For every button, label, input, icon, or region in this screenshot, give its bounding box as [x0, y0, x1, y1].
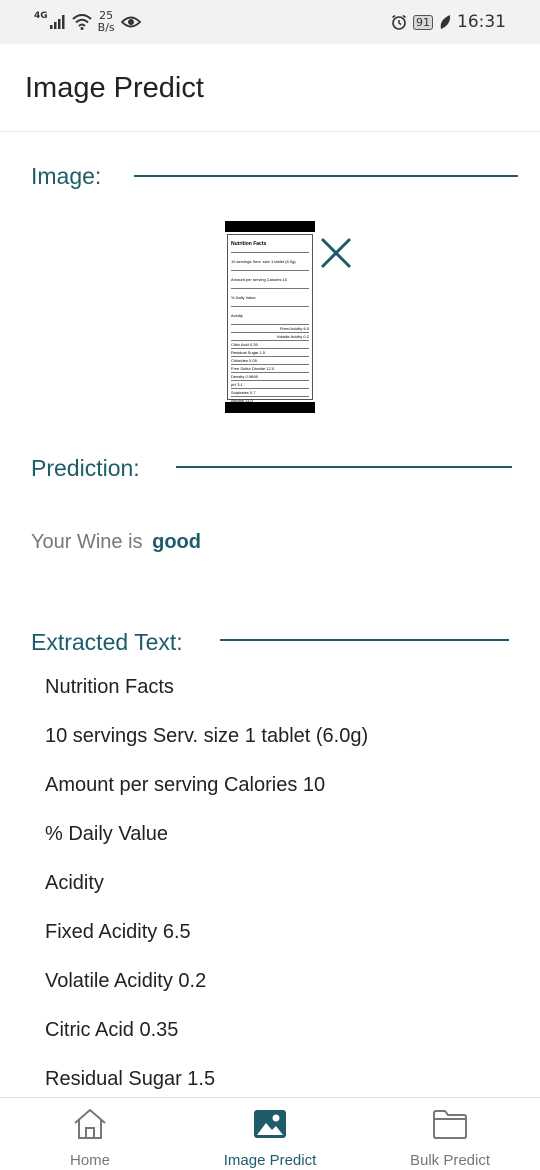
close-icon[interactable] — [319, 236, 353, 270]
receipt-line: Sulphates 0.7 — [231, 389, 309, 397]
receipt-paper: Nutrition Facts 10 servings Serv. size 1… — [227, 234, 313, 405]
wifi-icon — [71, 14, 92, 30]
receipt-line: Fixed Acidity 6.5 — [231, 325, 309, 333]
home-icon — [74, 1109, 106, 1139]
nav-label-home: Home — [69, 1152, 110, 1169]
prediction-section-divider — [176, 466, 512, 468]
network-type: 4G — [34, 11, 48, 21]
prediction-section-title: Prediction: — [31, 455, 140, 481]
image-section-title: Image: — [31, 163, 102, 189]
folder-icon — [433, 1110, 467, 1139]
receipt-line: Free Sulfur Dioxide 12.0 — [231, 365, 309, 373]
receipt-top-bar — [225, 221, 315, 232]
nav-item-bulk-predict[interactable]: Bulk Predict — [360, 1098, 540, 1170]
extracted-line: 10 servings Serv. size 1 tablet (6.0g) — [45, 725, 369, 747]
receipt-line: pH 3.1 — [231, 381, 309, 389]
receipt-bottom-bar — [225, 402, 315, 413]
extracted-text-list: Nutrition Facts 10 servings Serv. size 1… — [45, 672, 525, 1113]
extracted-line: Acidity — [45, 872, 104, 894]
nav-item-image-predict[interactable]: Image Predict — [180, 1098, 360, 1170]
app-bar: Image Predict — [0, 44, 540, 132]
nav-item-home[interactable]: Home — [0, 1098, 180, 1170]
extracted-line: Fixed Acidity 6.5 — [45, 921, 191, 943]
receipt-line: Volatile Acidity 0.2 — [231, 333, 309, 341]
receipt-line: Residual Sugar 1.5 — [231, 349, 309, 357]
signal-icon — [49, 15, 65, 29]
receipt-line: Nutrition Facts — [231, 237, 309, 253]
receipt-line: % Daily Value — [231, 289, 309, 307]
extracted-section-title: Extracted Text: — [31, 629, 183, 655]
uploaded-image: Nutrition Facts 10 servings Serv. size 1… — [225, 221, 315, 413]
receipt-line: Acidity — [231, 307, 309, 325]
alarm-icon — [392, 14, 406, 30]
bottom-navigation: Home Image Predict Bulk Predict — [0, 1097, 540, 1170]
extracted-line: Amount per serving Calories 10 — [45, 774, 326, 796]
nav-label-bulk-predict: Bulk Predict — [409, 1152, 491, 1169]
prediction-prefix: Your Wine is — [31, 531, 143, 553]
battery-indicator: 91 — [413, 14, 433, 30]
image-section-divider — [134, 175, 518, 177]
extracted-line: Volatile Acidity 0.2 — [45, 970, 207, 992]
receipt-line: Citric Acid 0.35 — [231, 341, 309, 349]
status-bar: 4G 25 B/s 91 16:31 — [0, 0, 540, 44]
receipt-line: Density 0.9898 — [231, 373, 309, 381]
network-speed: 25 B/s — [98, 10, 115, 34]
extracted-line: Citric Acid 0.35 — [45, 1019, 179, 1041]
prediction-result: Your Wine is good — [31, 531, 201, 554]
eye-icon — [120, 16, 141, 28]
image-icon — [254, 1110, 286, 1138]
extracted-section-divider — [220, 639, 509, 641]
clock: 16:31 — [457, 12, 506, 32]
prediction-value: good — [152, 531, 201, 553]
extracted-line: Nutrition Facts — [45, 676, 174, 698]
receipt-line: Amount per serving Calories 10 — [231, 271, 309, 289]
receipt-line: Chlorides 0.05 — [231, 357, 309, 365]
extracted-line: % Daily Value — [45, 823, 169, 845]
speed-unit: B/s — [97, 21, 115, 34]
receipt-line: 10 servings Serv. size 1 tablet (6.0g) — [231, 253, 309, 271]
page-title: Image Predict — [25, 72, 204, 104]
leaf-icon — [440, 15, 451, 29]
status-left: 4G 25 B/s — [34, 10, 141, 34]
status-right: 91 16:31 — [391, 12, 506, 32]
nav-label-image-predict: Image Predict — [223, 1152, 317, 1169]
